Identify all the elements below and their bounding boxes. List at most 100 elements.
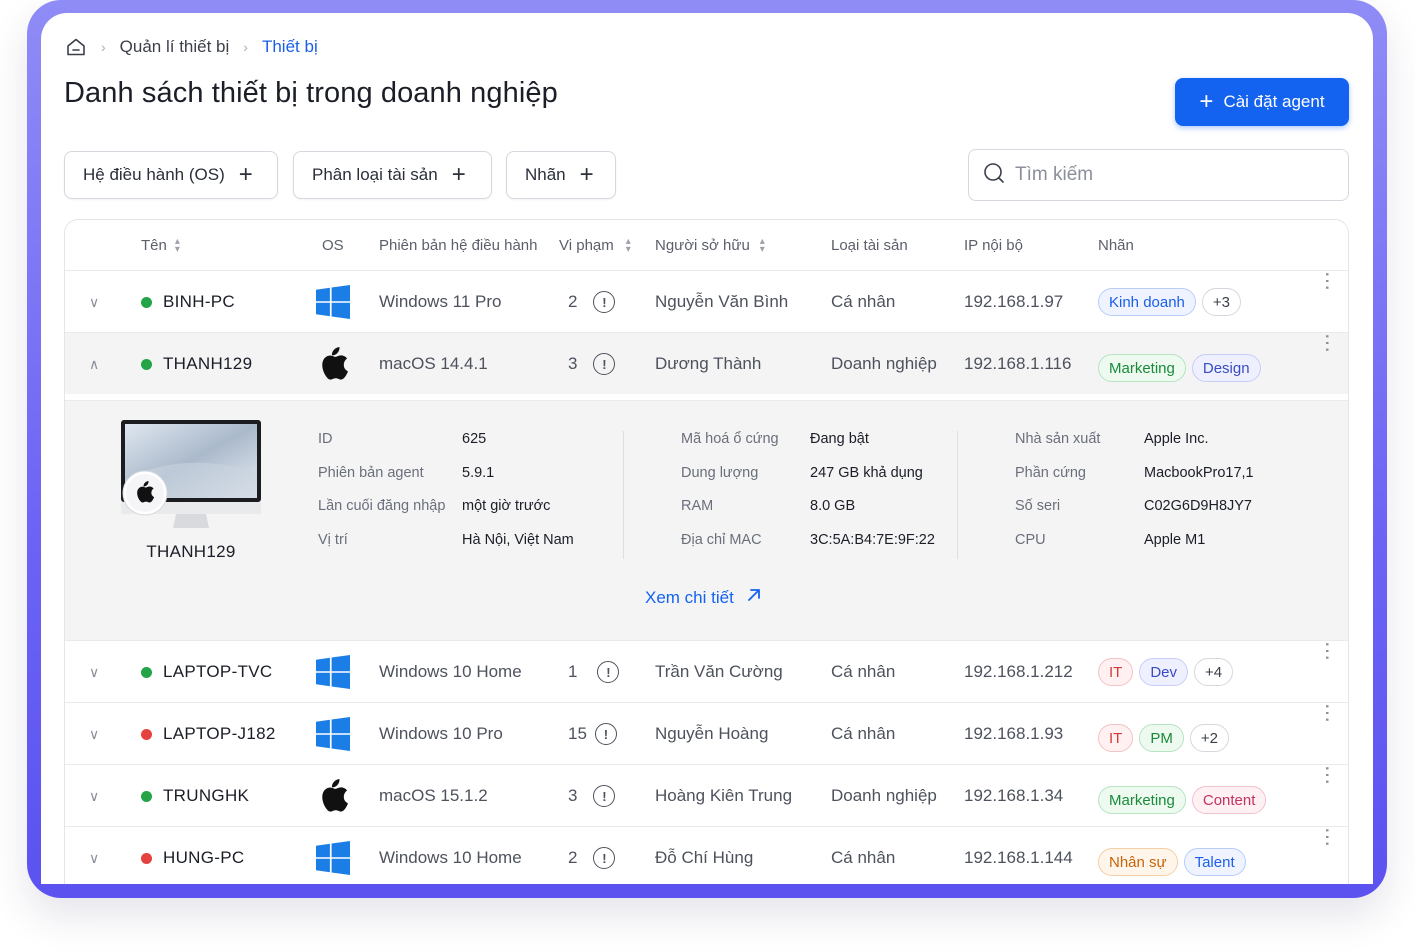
warning-icon: ! xyxy=(593,291,616,313)
tag-badge[interactable]: Marketing xyxy=(1098,354,1186,382)
chevron-up-icon[interactable]: ∧ xyxy=(89,333,99,395)
filter-asset-type-label: Phân loại tài sản xyxy=(312,165,438,184)
warning-icon: ! xyxy=(594,723,617,745)
breadcrumb-item-device-management[interactable]: Quản lí thiết bị xyxy=(120,37,230,57)
detail-device-name: THANH129 xyxy=(146,542,236,561)
detail-value: 625 xyxy=(462,431,487,447)
more-options-icon[interactable]: ⋯ xyxy=(1315,271,1339,333)
tag-badge[interactable]: IT xyxy=(1098,658,1134,686)
warning-icon: ! xyxy=(593,353,616,375)
more-tags-badge[interactable]: +2 xyxy=(1189,724,1229,752)
chevron-down-icon[interactable]: ∨ xyxy=(89,641,99,703)
column-ip-label: IP nội bộ xyxy=(964,237,1023,254)
owner: Đỗ Chí Hùng xyxy=(655,848,754,867)
breadcrumb-item-devices[interactable]: Thiết bị xyxy=(262,37,318,57)
install-agent-button[interactable]: + Cài đặt agent xyxy=(1175,78,1349,126)
tag-badge[interactable]: Talent xyxy=(1183,848,1246,876)
chevron-down-icon[interactable]: ∨ xyxy=(89,765,99,827)
tag-badge[interactable]: Design xyxy=(1191,354,1261,382)
asset-type: Doanh nghiệp xyxy=(831,786,937,805)
violation-count: 3 xyxy=(568,354,578,373)
detail-value: Đang bật xyxy=(810,431,869,447)
owner: Nguyễn Hoàng xyxy=(655,724,769,743)
detail-label: Phiên bản agent xyxy=(318,464,424,481)
column-os: OS xyxy=(322,237,344,254)
detail-value: 5.9.1 xyxy=(462,464,495,481)
table-row[interactable]: ∧ THANH129 macOS 14.4.1 3! Dương Thành D… xyxy=(65,332,1348,394)
more-options-icon[interactable]: ⋯ xyxy=(1315,765,1339,827)
os-version: Windows 10 Home xyxy=(379,662,522,681)
device-name[interactable]: THANH129 xyxy=(163,354,252,374)
device-name[interactable]: BINH-PC xyxy=(163,292,235,312)
detail-label: Mã hoá ổ cứng xyxy=(681,431,779,447)
detail-label: ID xyxy=(318,431,333,447)
install-agent-label: Cài đặt agent xyxy=(1223,92,1325,111)
search-icon xyxy=(983,162,1005,189)
status-dot xyxy=(141,852,152,864)
table-row[interactable]: ∨ LAPTOP-TVC Windows 10 Home 1! Trần Văn… xyxy=(65,640,1348,702)
plus-icon: + xyxy=(579,161,594,188)
home-icon[interactable] xyxy=(65,36,87,58)
detail-column-hardware: Nhà sản xuất Apple Inc. Phần cứng MacbookP… xyxy=(1015,431,1305,565)
view-details-label: Xem chi tiết xyxy=(645,587,734,607)
view-details-link[interactable]: Xem chi tiết xyxy=(645,587,762,608)
divider xyxy=(957,431,958,559)
more-options-icon[interactable]: ⋯ xyxy=(1315,703,1339,765)
sort-icon[interactable]: ▴ ▾ xyxy=(626,236,631,254)
table-row[interactable]: ∨ BINH-PC Windows 11 Pro 2! Nguyễn Văn B… xyxy=(65,270,1348,332)
status-dot xyxy=(141,790,152,802)
asset-type: Cá nhân xyxy=(831,662,896,681)
filter-os-button[interactable]: Hệ điều hành (OS) + xyxy=(64,151,278,199)
tag-badge[interactable]: IT xyxy=(1098,724,1134,752)
owner: Trần Văn Cường xyxy=(655,662,783,681)
sort-icon[interactable]: ▴ ▾ xyxy=(175,236,180,254)
more-options-icon[interactable]: ⋯ xyxy=(1315,827,1339,884)
chevron-down-icon[interactable]: ∨ xyxy=(89,271,99,333)
chevron-down-icon[interactable]: ∨ xyxy=(89,827,99,884)
device-name[interactable]: HUNG-PC xyxy=(163,848,244,868)
os-version: Windows 10 Home xyxy=(379,848,522,867)
column-name[interactable]: Tên ▴ ▾ xyxy=(141,236,180,254)
tag-badge[interactable]: Nhân sự xyxy=(1098,848,1178,876)
computer-monitor-icon xyxy=(121,420,261,540)
tag-badge[interactable]: Content xyxy=(1191,786,1267,814)
table-row[interactable]: ∨ HUNG-PC Windows 10 Home 2! Đỗ Chí Hùng… xyxy=(65,826,1348,884)
owner: Nguyễn Văn Bình xyxy=(655,292,789,311)
detail-label: Lần cuối đăng nhập xyxy=(318,498,446,514)
ip-address: 192.168.1.34 xyxy=(964,786,1064,805)
detail-value: C02G6D9H8JY7 xyxy=(1144,498,1252,514)
more-tags-badge[interactable]: +3 xyxy=(1201,288,1242,316)
detail-value: 8.0 GB xyxy=(810,498,856,514)
table-row[interactable]: ∨ TRUNGHK macOS 15.1.2 3! Hoàng Kiên Tru… xyxy=(65,764,1348,826)
tag-badge[interactable]: Marketing xyxy=(1098,786,1186,814)
detail-label: Nhà sản xuất xyxy=(1015,431,1101,447)
main-card: › Quản lí thiết bị › Thiết bị Danh sách … xyxy=(41,13,1373,884)
table-row[interactable]: ∨ LAPTOP-J182 Windows 10 Pro 15! Nguyễn … xyxy=(65,702,1348,764)
tag-badge[interactable]: Kinh doanh xyxy=(1098,288,1196,316)
asset-type: Cá nhân xyxy=(831,848,896,867)
column-owner-label: Người sở hữu xyxy=(655,237,750,254)
detail-value: 3C:5A:B4:7E:9F:22 xyxy=(810,531,935,548)
search-box[interactable] xyxy=(968,149,1349,201)
column-violations[interactable]: Vi phạm ▴ ▾ xyxy=(559,236,631,254)
os-version: macOS 15.1.2 xyxy=(379,786,488,805)
chevron-down-icon[interactable]: ∨ xyxy=(89,703,99,765)
more-tags-badge[interactable]: +4 xyxy=(1194,658,1234,686)
sort-icon[interactable]: ▴ ▾ xyxy=(760,236,765,254)
status-dot xyxy=(141,666,152,678)
filter-os-label: Hệ điều hành (OS) xyxy=(83,165,225,184)
warning-icon: ! xyxy=(593,785,616,807)
more-options-icon[interactable]: ⋯ xyxy=(1315,333,1339,395)
device-table: Tên ▴ ▾ OS Phiên bản hệ điều hành Vi phạm ▴… xyxy=(64,219,1349,884)
device-name[interactable]: TRUNGHK xyxy=(163,786,249,806)
filter-tag-button[interactable]: Nhãn + xyxy=(506,151,616,199)
column-owner[interactable]: Người sở hữu ▴ ▾ xyxy=(655,236,765,254)
device-name[interactable]: LAPTOP-TVC xyxy=(163,662,272,682)
tag-badge[interactable]: PM xyxy=(1139,724,1184,752)
filter-asset-type-button[interactable]: Phân loại tài sản + xyxy=(293,151,492,199)
device-name[interactable]: LAPTOP-J182 xyxy=(163,724,276,744)
more-options-icon[interactable]: ⋯ xyxy=(1315,641,1339,703)
asset-type: Cá nhân xyxy=(831,292,896,311)
tag-badge[interactable]: Dev xyxy=(1139,658,1189,686)
search-input[interactable] xyxy=(1015,164,1335,186)
